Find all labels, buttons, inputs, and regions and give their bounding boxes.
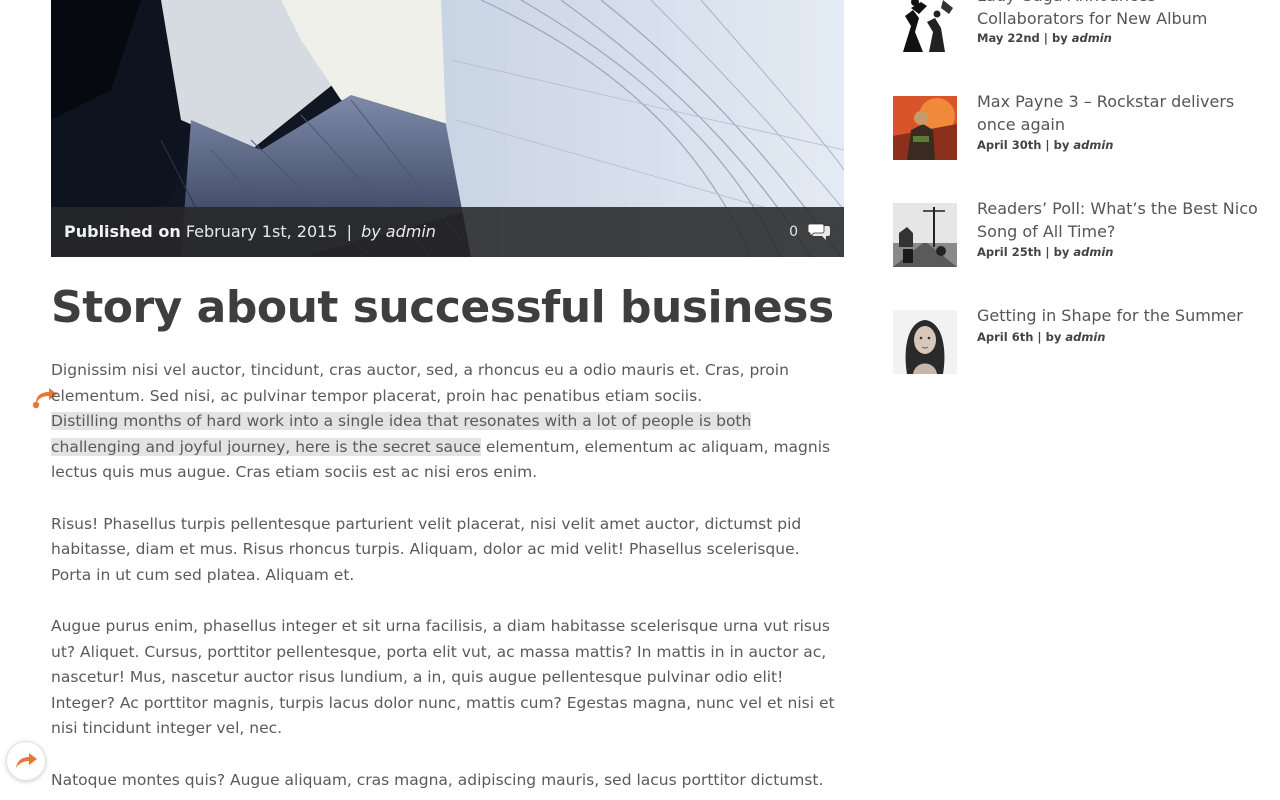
post-author-link[interactable]: admin <box>1065 330 1105 344</box>
post-author-link[interactable]: admin <box>1073 245 1113 259</box>
paragraph-3: Augue purus enim, phasellus integer et s… <box>51 616 835 738</box>
paragraph-2: Risus! Phasellus turpis pellentesque par… <box>51 514 802 584</box>
post-by: | by <box>1037 330 1062 344</box>
post-by: | by <box>1045 245 1070 259</box>
post-title-link[interactable]: Max Payne 3 – Rockstar delivers once aga… <box>977 91 1267 136</box>
post-meta-bar: Published on February 1st, 2015 | by adm… <box>51 207 844 257</box>
meta-separator: | <box>346 222 352 241</box>
post-by: | by <box>1043 31 1068 45</box>
post-author-link[interactable]: admin <box>1072 31 1112 45</box>
post-thumbnail[interactable] <box>893 96 957 160</box>
post-meta: April 6th | by admin <box>977 330 1105 344</box>
post-date: April 25th <box>977 245 1042 259</box>
paragraph-1-text: Dignissim nisi vel auctor, tincidunt, cr… <box>51 361 789 405</box>
published-label: Published on <box>64 222 181 241</box>
author-link[interactable]: by admin <box>361 222 436 241</box>
page: Published on February 1st, 2015 | by adm… <box>0 0 1280 800</box>
post-meta: April 25th | by admin <box>977 245 1113 259</box>
comments-link[interactable]: 0 <box>789 207 830 257</box>
post-title-link[interactable]: Getting in Shape for the Summer <box>977 305 1267 328</box>
dancers-thumbnail <box>893 0 957 52</box>
post-thumbnail[interactable] <box>893 203 957 267</box>
max-payne-thumbnail <box>893 96 957 160</box>
portrait-thumbnail <box>893 310 957 374</box>
post-title-link[interactable]: Readers’ Poll: What’s the Best Nico Song… <box>977 198 1267 243</box>
comment-bubble-icon <box>808 223 830 240</box>
post-title-link[interactable]: Lady Gaga Announces Collaborators for Ne… <box>977 0 1267 30</box>
post-author-link[interactable]: admin <box>1073 138 1113 152</box>
street-thumbnail <box>893 203 957 267</box>
post-date: May 22nd <box>977 31 1040 45</box>
sidebar-recent-posts: Lady Gaga Announces Collaborators for Ne… <box>893 0 1273 800</box>
post-thumbnail[interactable] <box>893 0 957 52</box>
post-thumbnail[interactable] <box>893 310 957 374</box>
paragraph-4: Natoque montes quis? Augue aliquam, cras… <box>51 770 824 789</box>
floating-share-button[interactable] <box>6 741 46 781</box>
post-by: | by <box>1045 138 1070 152</box>
featured-image[interactable]: Published on February 1st, 2015 | by adm… <box>51 0 844 257</box>
comment-count: 0 <box>789 224 798 240</box>
share-arrow-icon <box>16 753 37 768</box>
post-date: April 30th <box>977 138 1042 152</box>
paragraph-1: Dignissim nisi vel auctor, tincidunt, cr… <box>51 358 844 486</box>
article-title: Story about successful business <box>51 282 834 333</box>
publish-date[interactable]: February 1st, 2015 <box>186 222 338 241</box>
post-meta: May 22nd | by admin <box>977 31 1112 45</box>
article-body: Dignissim nisi vel auctor, tincidunt, cr… <box>51 358 844 800</box>
post-meta: April 30th | by admin <box>977 138 1113 152</box>
post-date: April 6th <box>977 330 1034 344</box>
